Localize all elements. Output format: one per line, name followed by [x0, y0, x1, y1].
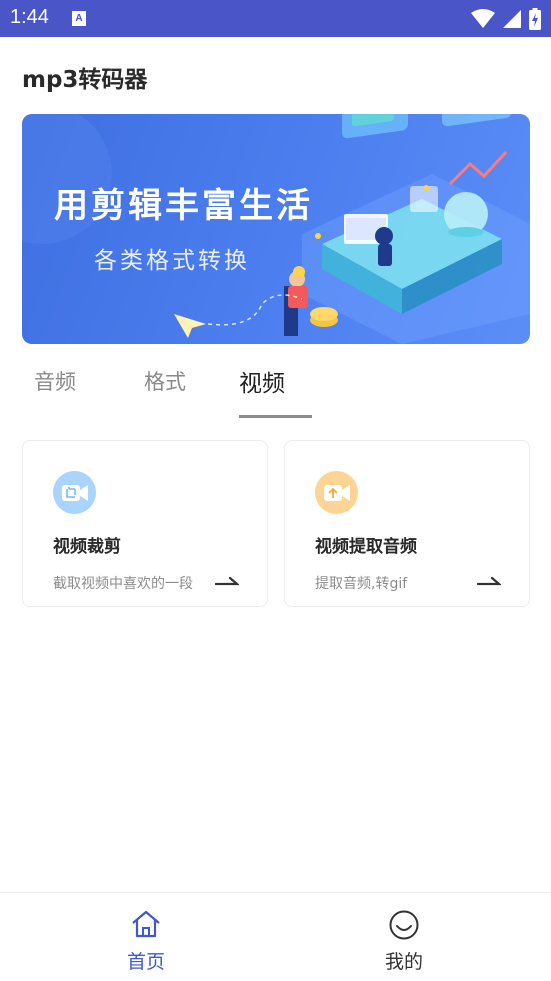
banner-subline: 各类格式转换 [94, 248, 250, 274]
card-title: 视频提取音频 [315, 537, 417, 557]
banner-headline: 用剪辑丰富生活 [54, 186, 313, 226]
tab-format[interactable]: 格式 [144, 366, 186, 396]
status-icons [471, 7, 541, 31]
home-icon [132, 910, 160, 938]
battery-icon [529, 8, 541, 30]
nav-profile-label: 我的 [384, 951, 423, 973]
tab-indicator [239, 415, 312, 418]
signal-icon [503, 10, 521, 28]
status-time: 1:44 [10, 6, 49, 28]
arrow-right-icon [215, 576, 239, 586]
tab-video[interactable]: 视频 [239, 364, 285, 398]
card-description: 截取视频中喜欢的一段 [53, 576, 193, 592]
arrow-right-icon [477, 576, 501, 586]
video-crop-card[interactable]: 视频裁剪 截取视频中喜欢的一段 [22, 440, 268, 607]
smile-icon [389, 910, 419, 940]
promo-banner[interactable]: 用剪辑丰富生活 各类格式转换 [22, 114, 530, 344]
bottom-navigation: 首页 我的 [0, 892, 551, 981]
banner-illustration [22, 114, 530, 344]
video-crop-icon [53, 471, 96, 514]
nav-home[interactable]: 首页 [76, 893, 216, 981]
page-title: mp3转码器 [22, 67, 148, 93]
video-extract-icon [315, 471, 358, 514]
video-extract-audio-card[interactable]: 视频提取音频 提取音频,转gif [284, 440, 530, 607]
category-tabs: 音频 格式 视频 [0, 360, 551, 420]
status-bar: 1:44 A [0, 0, 551, 37]
card-description: 提取音频,转gif [315, 576, 408, 592]
nav-profile[interactable]: 我的 [334, 893, 474, 981]
tab-audio[interactable]: 音频 [34, 366, 76, 396]
nav-home-label: 首页 [126, 951, 165, 973]
notification-icon: A [72, 11, 86, 26]
card-title: 视频裁剪 [53, 537, 121, 557]
wifi-icon [471, 9, 495, 28]
